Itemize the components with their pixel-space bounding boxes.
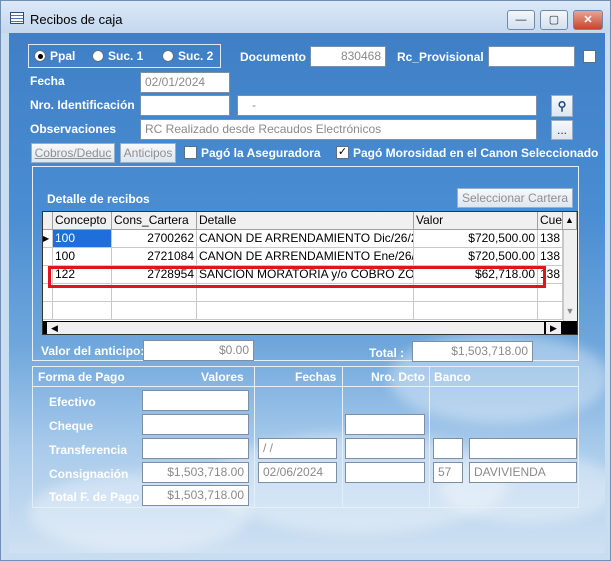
fecha-label: Fecha (30, 74, 65, 88)
col-concepto[interactable]: Concepto (53, 212, 112, 230)
radio-suc2[interactable]: Suc. 2 (162, 49, 213, 63)
cobros-button[interactable]: Cobros/Deduc (31, 143, 115, 163)
efectivo-valor[interactable] (142, 390, 249, 411)
identificacion-field[interactable] (140, 95, 230, 116)
radio-dot (92, 50, 104, 62)
radio-ppal[interactable]: Ppal (34, 49, 75, 63)
identificacion-name-field[interactable]: - (237, 95, 537, 116)
efectivo-label: Efectivo (49, 395, 96, 409)
anticipo-field[interactable]: $0.00 (143, 340, 254, 361)
minimize-button[interactable]: — (507, 10, 535, 30)
recibos-window: Recibos de caja — ▢ ✕ Ppal Suc. 1 Suc. 2… (0, 0, 611, 561)
radio-dot (162, 50, 174, 62)
fechas-header: Fechas (295, 370, 337, 384)
observaciones-label: Observaciones (30, 122, 117, 136)
documento-field[interactable]: 830468 (310, 46, 386, 67)
cheque-nro[interactable] (345, 414, 425, 435)
observaciones-field[interactable]: RC Realizado desde Recaudos Electrónicos (140, 119, 537, 140)
aseguradora-checkbox[interactable] (184, 146, 197, 159)
provisional-label: Rc_Provisional (397, 50, 484, 64)
radio-suc1[interactable]: Suc. 1 (92, 49, 143, 63)
binoculars-icon[interactable]: ⚲ (551, 95, 573, 117)
table-icon (10, 12, 24, 24)
scroll-up-icon[interactable]: ▲ (563, 212, 577, 230)
row2-cons[interactable]: 2721084 (112, 248, 197, 266)
cheque-label: Cheque (49, 419, 94, 433)
consignacion-nro[interactable] (345, 462, 425, 483)
col-cue[interactable]: Cue (538, 212, 563, 230)
provisional-checkbox[interactable] (583, 50, 596, 63)
transferencia-valor[interactable] (142, 438, 249, 459)
maximize-button[interactable]: ▢ (540, 10, 568, 30)
valores-header: Valores (201, 370, 244, 384)
window-title: Recibos de caja (30, 12, 123, 27)
close-button[interactable]: ✕ (573, 10, 603, 30)
scroll-right-icon[interactable]: ▶ (546, 322, 561, 334)
row1-cons[interactable]: 2700262 (112, 230, 197, 248)
row2-valor[interactable]: $720,500.00 (414, 248, 538, 266)
provisional-field[interactable] (488, 46, 575, 67)
highlight-box (48, 266, 546, 288)
forma-pago-panel (32, 366, 579, 508)
transferencia-banco[interactable] (469, 438, 577, 459)
consignacion-label: Consignación (49, 467, 129, 481)
total-pago-label: Total F. de Pago (49, 490, 140, 504)
col-valor[interactable]: Valor (414, 212, 538, 230)
row-pointer-icon: ▶ (43, 230, 53, 248)
scroll-down-icon[interactable]: ▼ (563, 303, 577, 319)
row1-valor[interactable]: $720,500.00 (414, 230, 538, 248)
consignacion-fecha[interactable]: 02/06/2024 (258, 462, 337, 483)
radio-dot-selected (34, 50, 46, 62)
row2-detalle[interactable]: CANON DE ARRENDAMIENTO Ene/26/ (197, 248, 414, 266)
identificacion-label: Nro. Identificación (30, 98, 135, 112)
total-field[interactable]: $1,503,718.00 (412, 341, 533, 362)
documento-label: Documento (240, 50, 306, 64)
morosidad-checkbox[interactable]: ✓ (336, 146, 349, 159)
row1-concepto[interactable]: 100 (53, 230, 112, 248)
banco-header: Banco (434, 370, 471, 384)
aseguradora-label: Pagó la Aseguradora (201, 146, 321, 160)
nro-dcto-header: Nro. Dcto (371, 370, 425, 384)
detalle-title: Detalle de recibos (47, 192, 150, 206)
row1-cue[interactable]: 138 (538, 230, 563, 248)
fecha-field[interactable]: 02/01/2024 (140, 72, 230, 93)
transferencia-fecha[interactable]: / / (258, 438, 337, 459)
consignacion-valor[interactable]: $1,503,718.00 (142, 462, 249, 483)
col-cons-cartera[interactable]: Cons_Cartera (112, 212, 197, 230)
consignacion-banco-cod[interactable]: 57 (433, 462, 463, 483)
col-detalle[interactable]: Detalle (197, 212, 414, 230)
total-label: Total : (369, 346, 405, 360)
seleccionar-cartera-button[interactable]: Seleccionar Cartera (457, 188, 573, 208)
scroll-left-icon[interactable]: ◀ (47, 322, 62, 334)
consignacion-banco[interactable]: DAVIVIENDA (469, 462, 577, 483)
total-pago-valor[interactable]: $1,503,718.00 (142, 485, 249, 506)
forma-pago-header: Forma de Pago (38, 370, 125, 384)
scroll-track[interactable] (62, 322, 544, 334)
transferencia-nro[interactable] (345, 438, 425, 459)
row1-detalle[interactable]: CANON DE ARRENDAMIENTO Dic/26/2 (197, 230, 414, 248)
anticipo-label: Valor del anticipo: (41, 344, 145, 358)
observaciones-more-button[interactable]: ... (551, 120, 573, 140)
morosidad-label: Pagó Morosidad en el Canon Seleccionado (353, 146, 599, 160)
title-bar: Recibos de caja — ▢ ✕ (1, 1, 610, 33)
row2-cue[interactable]: 138 (538, 248, 563, 266)
transferencia-label: Transferencia (49, 443, 128, 457)
row2-concepto[interactable]: 100 (53, 248, 112, 266)
transferencia-banco-cod[interactable] (433, 438, 463, 459)
cheque-valor[interactable] (142, 414, 249, 435)
anticipos-button[interactable]: Anticipos (120, 143, 176, 163)
